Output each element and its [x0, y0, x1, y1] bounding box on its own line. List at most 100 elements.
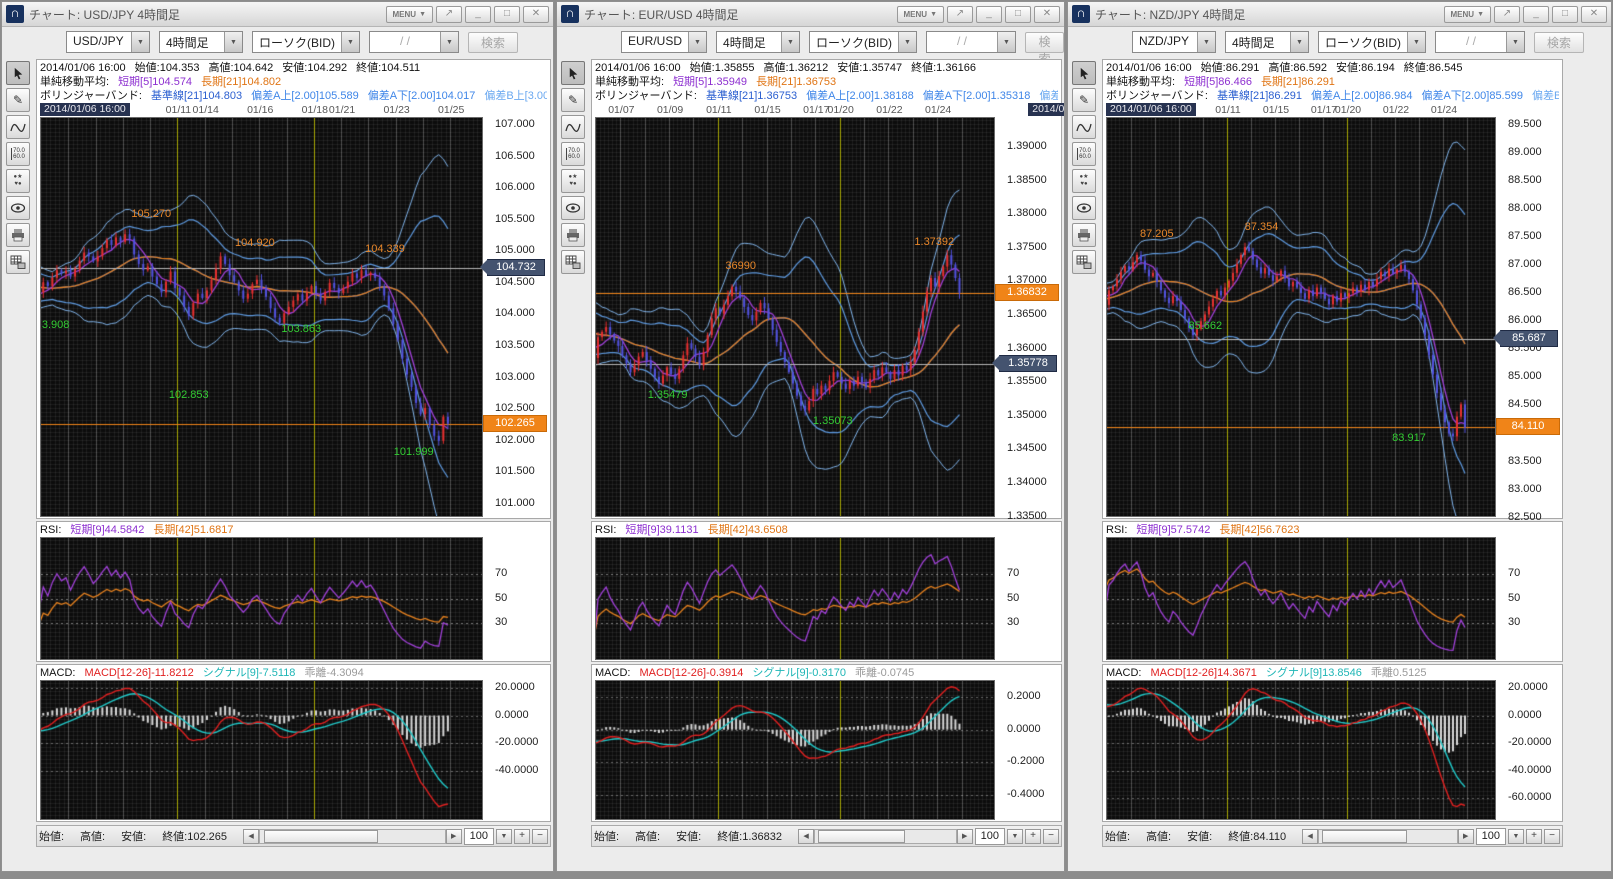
date-input[interactable]: / /▼	[1435, 31, 1525, 53]
candlestick-plot[interactable]: 105.270104.920104.3393.908103.863102.853…	[40, 117, 483, 517]
chevron-down-icon[interactable]: ▼	[997, 32, 1015, 52]
cursor-tool-icon[interactable]	[1072, 61, 1096, 85]
visibility-eye-icon[interactable]	[6, 196, 30, 220]
h-scrollbar[interactable]: ◀▶	[798, 829, 973, 844]
chart-type-select[interactable]: ローソク(BID)▼	[252, 31, 360, 53]
macd-plot[interactable]	[595, 680, 995, 820]
chevron-down-icon[interactable]: ▼	[781, 32, 799, 52]
rsi-plot[interactable]	[40, 537, 483, 660]
scroll-right-icon[interactable]: ▶	[1458, 829, 1474, 844]
popout-icon[interactable]: ↗	[436, 6, 462, 23]
visibility-eye-icon[interactable]	[1072, 196, 1096, 220]
chevron-down-icon[interactable]: ▼	[1407, 32, 1425, 52]
date-input[interactable]: / /▼	[369, 31, 459, 53]
chevron-down-icon[interactable]: ▼	[341, 32, 359, 52]
menu-button[interactable]: MENU▼	[1444, 6, 1492, 23]
scroll-left-icon[interactable]: ◀	[1302, 829, 1318, 844]
minimize-icon[interactable]: _	[976, 6, 1002, 23]
pencil-tool-icon[interactable]: ✎	[561, 88, 585, 112]
rsi-canvas[interactable]	[1107, 538, 1495, 659]
maximize-icon[interactable]: □	[1005, 6, 1031, 23]
scrollbar-track[interactable]	[259, 829, 446, 844]
date-input[interactable]: / /▼	[926, 31, 1016, 53]
marker-symbols-icon[interactable]: ●★♥●	[6, 169, 30, 193]
maximize-icon[interactable]: □	[1552, 6, 1578, 23]
marker-symbols-icon[interactable]: ●★♥●	[561, 169, 585, 193]
symbol-select[interactable]: USD/JPY▼	[66, 31, 150, 53]
chevron-down-icon[interactable]: ▼	[496, 829, 512, 844]
chart-type-select[interactable]: ローソク(BID)▼	[1318, 31, 1426, 53]
chevron-down-icon[interactable]: ▼	[1506, 32, 1524, 52]
zoom-out-button[interactable]: −	[1544, 829, 1560, 844]
timeframe-select[interactable]: 4時間足▼	[716, 31, 800, 53]
rsi-plot[interactable]	[1106, 537, 1496, 660]
cursor-tool-icon[interactable]	[561, 61, 585, 85]
bar-count-select[interactable]: 100	[975, 828, 1005, 845]
close-icon[interactable]: ✕	[523, 6, 549, 23]
bar-count-select[interactable]: 100	[1476, 828, 1506, 845]
indicator-tool-icon[interactable]	[561, 115, 585, 139]
indicator-tool-icon[interactable]	[1072, 115, 1096, 139]
timeframe-select[interactable]: 4時間足▼	[159, 31, 243, 53]
chevron-down-icon[interactable]: ▼	[224, 32, 242, 52]
chevron-down-icon[interactable]: ▼	[898, 32, 916, 52]
chevron-down-icon[interactable]: ▼	[1508, 829, 1524, 844]
data-export-icon[interactable]	[561, 250, 585, 274]
zoom-out-button[interactable]: −	[532, 829, 548, 844]
menu-button[interactable]: MENU▼	[897, 6, 945, 23]
search-button[interactable]: 検索	[1025, 32, 1064, 53]
macd-plot[interactable]	[1106, 680, 1496, 820]
visibility-eye-icon[interactable]	[561, 196, 585, 220]
macd-canvas[interactable]	[41, 681, 482, 819]
bar-count-select[interactable]: 100	[464, 828, 494, 845]
chevron-down-icon[interactable]: ▼	[1290, 32, 1308, 52]
search-button[interactable]: 検索	[1534, 32, 1584, 53]
chevron-down-icon[interactable]: ▼	[440, 32, 458, 52]
macd-plot[interactable]	[40, 680, 483, 820]
symbol-select[interactable]: EUR/USD▼	[621, 31, 707, 53]
print-icon[interactable]	[1072, 223, 1096, 247]
chart-type-select[interactable]: ローソク(BID)▼	[809, 31, 917, 53]
close-icon[interactable]: ✕	[1034, 6, 1060, 23]
candlestick-plot[interactable]: 87.20587.35485.66283.917	[1106, 117, 1496, 517]
scroll-right-icon[interactable]: ▶	[446, 829, 462, 844]
popout-icon[interactable]: ↗	[947, 6, 973, 23]
symbol-select[interactable]: NZD/JPY▼	[1132, 31, 1216, 53]
close-icon[interactable]: ✕	[1581, 6, 1607, 23]
popout-icon[interactable]: ↗	[1494, 6, 1520, 23]
rsi-canvas[interactable]	[596, 538, 994, 659]
scrollbar-thumb[interactable]	[264, 830, 378, 843]
scale-settings-icon[interactable]: 70.060.0	[1072, 142, 1096, 166]
h-scrollbar[interactable]: ◀▶	[243, 829, 462, 844]
search-button[interactable]: 検索	[468, 32, 518, 53]
menu-button[interactable]: MENU▼	[386, 6, 434, 23]
zoom-in-button[interactable]: +	[514, 829, 530, 844]
zoom-out-button[interactable]: −	[1043, 829, 1059, 844]
scrollbar-thumb[interactable]	[818, 830, 905, 843]
titlebar[interactable]: ∩ チャート: EUR/USD 4時間足 MENU▼ ↗ _ □ ✕	[557, 2, 1064, 27]
h-scrollbar[interactable]: ◀▶	[1302, 829, 1474, 844]
chevron-down-icon[interactable]: ▼	[1197, 32, 1215, 52]
data-export-icon[interactable]	[1072, 250, 1096, 274]
pencil-tool-icon[interactable]: ✎	[1072, 88, 1096, 112]
titlebar[interactable]: ∩ チャート: USD/JPY 4時間足 MENU▼ ↗ _ □ ✕	[2, 2, 553, 27]
rsi-plot[interactable]	[595, 537, 995, 660]
scale-settings-icon[interactable]: 70.060.0	[561, 142, 585, 166]
scroll-right-icon[interactable]: ▶	[957, 829, 973, 844]
minimize-icon[interactable]: _	[1523, 6, 1549, 23]
macd-canvas[interactable]	[596, 681, 994, 819]
cursor-tool-icon[interactable]	[6, 61, 30, 85]
scroll-left-icon[interactable]: ◀	[243, 829, 259, 844]
rsi-canvas[interactable]	[41, 538, 482, 659]
minimize-icon[interactable]: _	[465, 6, 491, 23]
candlestick-plot[interactable]: 1.37392369901.354791.35073	[595, 117, 995, 517]
chevron-down-icon[interactable]: ▼	[688, 32, 706, 52]
chevron-down-icon[interactable]: ▼	[131, 32, 149, 52]
timeframe-select[interactable]: 4時間足▼	[1225, 31, 1309, 53]
scrollbar-thumb[interactable]	[1322, 830, 1407, 843]
pencil-tool-icon[interactable]: ✎	[6, 88, 30, 112]
scale-settings-icon[interactable]: 70.060.0	[6, 142, 30, 166]
zoom-in-button[interactable]: +	[1025, 829, 1041, 844]
data-export-icon[interactable]	[6, 250, 30, 274]
print-icon[interactable]	[6, 223, 30, 247]
